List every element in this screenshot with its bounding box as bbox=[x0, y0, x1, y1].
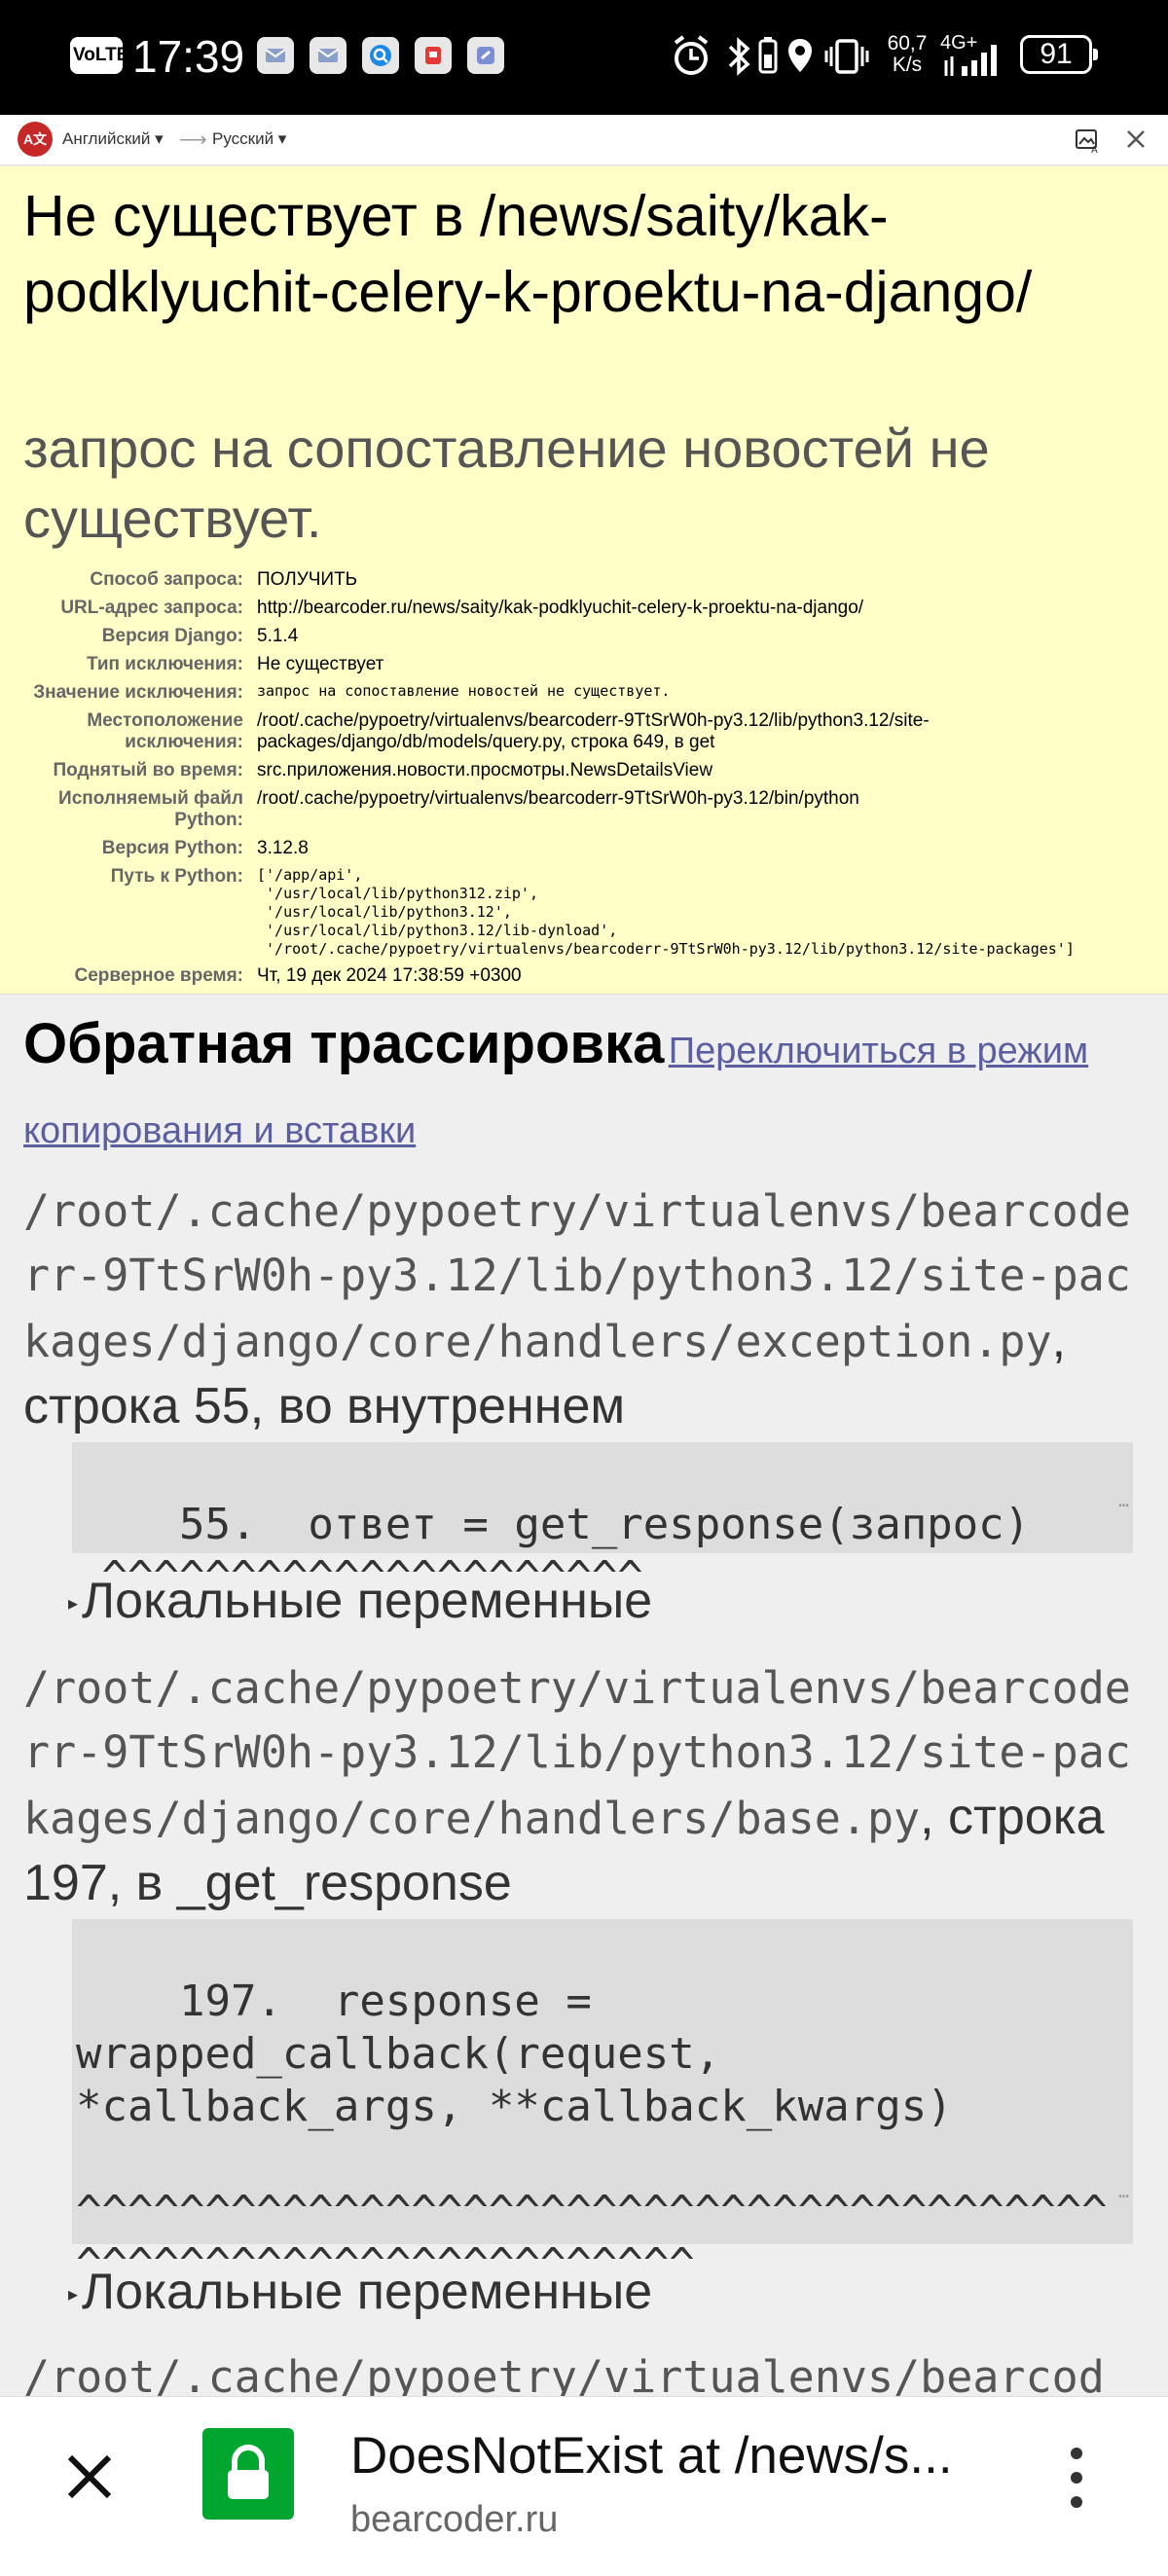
meta-key: Способ запроса: bbox=[90, 569, 243, 590]
translate-bar: A文 Английский ▾ ⟶ Русский ▾ A bbox=[0, 115, 1168, 165]
close-translate-icon[interactable] bbox=[1123, 127, 1149, 152]
meta-key: Версия Django: bbox=[101, 626, 243, 646]
local-vars-toggle[interactable]: ▸Локальные переменные bbox=[68, 2260, 652, 2327]
frame-code-context[interactable]: 55. ответ = get_response(запрос) ^^^^^^^… bbox=[72, 1442, 1133, 1602]
traceback-heading: Обратная трассировка bbox=[23, 1012, 665, 1075]
network-speed: 60,7 K/s bbox=[887, 32, 928, 76]
meta-key: Поднятый во время: bbox=[53, 760, 243, 780]
meta-key: Версия Python: bbox=[101, 838, 243, 858]
status-bar: VoLTE 17:39 60,7 K/s 4G+ 91 bbox=[0, 0, 1168, 115]
meta-row: URL-адрес запроса: http://bearcoder.ru/ne… bbox=[23, 598, 1152, 619]
meta-key: Исполняемый файл Python: bbox=[58, 788, 243, 830]
translate-image-icon[interactable]: A bbox=[1075, 127, 1102, 154]
link-notification-icon bbox=[467, 37, 504, 74]
meta-value: src.приложения.новости.просмотры.NewsDet… bbox=[257, 760, 713, 780]
frame-file-path: /root/.cache/pypoetry/virtualenvs/bearco… bbox=[23, 1185, 1131, 1434]
triangle-right-icon: ▸ bbox=[68, 2284, 79, 2306]
expand-context-icon[interactable]: … bbox=[1118, 1475, 1129, 1528]
battery-saver-icon bbox=[758, 37, 778, 74]
meta-row: Поднятый во время: src.приложения.новости… bbox=[23, 760, 1152, 781]
alarm-icon bbox=[674, 35, 709, 75]
meta-row: Путь к Python: ['/app/api', '/usr/local/l… bbox=[23, 866, 1152, 959]
meta-row: Местоположение исключения: /root/.cache/p… bbox=[23, 710, 1152, 753]
tab-title[interactable]: DoesNotExist at /news/s... bbox=[350, 2424, 1012, 2488]
meta-key: URL-адрес запроса: bbox=[60, 598, 243, 618]
meta-row: Значение исключения: запрос на сопоставле… bbox=[23, 682, 1152, 704]
meta-value: 5.1.4 bbox=[257, 626, 299, 646]
local-vars-toggle[interactable]: ▸Локальные переменные bbox=[68, 1569, 652, 1636]
meta-row: Серверное время: Чт, 19 дек 2024 17:38:59… bbox=[23, 965, 1152, 987]
app-notification-icon bbox=[415, 37, 452, 74]
meta-value: ПОЛУЧИТЬ bbox=[257, 569, 358, 590]
vibrate-icon bbox=[824, 39, 869, 74]
signal-icon bbox=[944, 45, 997, 76]
page-title: Не существует в /news/saity/kak-podklyuc… bbox=[23, 184, 1033, 324]
arrow-right-icon: ⟶ bbox=[179, 129, 207, 151]
status-time: 17:39 bbox=[132, 31, 245, 82]
frame-code-context[interactable]: 197. response = wrapped_callback(request… bbox=[72, 1919, 1133, 2289]
close-tab-icon[interactable] bbox=[60, 2448, 119, 2506]
meta-row: Тип исключения: Не существует bbox=[23, 654, 1152, 675]
meta-key: Значение исключения: bbox=[33, 682, 243, 703]
location-icon bbox=[788, 39, 812, 72]
battery-icon: 91 bbox=[1020, 35, 1098, 74]
meta-row: Исполняемый файл Python: /root/.cache/pyp… bbox=[23, 788, 1152, 831]
meta-value: Не существует bbox=[257, 654, 384, 674]
meta-value: 3.12.8 bbox=[257, 838, 309, 858]
source-language-select[interactable]: Английский ▾ bbox=[62, 129, 164, 149]
meta-row: Версия Django: 5.1.4 bbox=[23, 626, 1152, 647]
search-app-notification-icon bbox=[362, 37, 399, 74]
frame-file-path: /root/.cache/pypoetry/virtualenvs/bearco… bbox=[23, 2351, 1105, 2396]
volte-icon: VoLTE bbox=[70, 37, 128, 74]
meta-key: Серверное время: bbox=[74, 965, 244, 986]
expand-context-icon[interactable]: … bbox=[1118, 2166, 1129, 2219]
meta-value: запрос на сопоставление новостей не суще… bbox=[257, 682, 671, 700]
bluetooth-icon bbox=[728, 37, 750, 76]
error-summary: Не существует в /news/saity/kak-podklyuc… bbox=[0, 166, 1168, 995]
frame-file-path: /root/.cache/pypoetry/virtualenvs/bearco… bbox=[23, 1662, 1131, 1911]
tab-domain[interactable]: bearcoder.ru bbox=[350, 2496, 558, 2543]
meta-value: Чт, 19 дек 2024 17:38:59 +0300 bbox=[257, 965, 522, 986]
meta-row: Версия Python: 3.12.8 bbox=[23, 838, 1152, 859]
meta-value: ['/app/api', '/usr/local/lib/python312.z… bbox=[257, 866, 1075, 958]
meta-row: Способ запроса: ПОЛУЧИТЬ bbox=[23, 569, 1152, 591]
meta-key: Местоположение исключения: bbox=[87, 710, 243, 752]
traceback-header: Обратная трассировка Переключиться в реж… bbox=[23, 1008, 1143, 1175]
meta-value: /root/.cache/pypoetry/virtualenvs/bearco… bbox=[257, 788, 859, 809]
meta-value[interactable]: http://bearcoder.ru/news/saity/kak-podkl… bbox=[257, 598, 1152, 619]
browser-bottom-bar: DoesNotExist at /news/s... bearcoder.ru bbox=[0, 2396, 1168, 2576]
triangle-right-icon: ▸ bbox=[68, 1593, 79, 1615]
meta-key: Тип исключения: bbox=[86, 654, 243, 674]
meta-value: /root/.cache/pypoetry/virtualenvs/bearco… bbox=[257, 710, 930, 752]
svg-text:A: A bbox=[1091, 145, 1098, 154]
mail-notification-icon bbox=[257, 37, 294, 74]
more-menu-icon[interactable] bbox=[1067, 2444, 1086, 2512]
traceback-section: Обратная трассировка Переключиться в реж… bbox=[0, 995, 1168, 2396]
request-meta-table: Способ запроса: ПОЛУЧИТЬ URL-адрес запроса… bbox=[23, 569, 1152, 994]
translate-logo-icon[interactable]: A文 bbox=[18, 122, 53, 157]
target-language-select[interactable]: Русский ▾ bbox=[212, 129, 286, 149]
lock-icon[interactable] bbox=[202, 2428, 294, 2520]
meta-key: Путь к Python: bbox=[110, 866, 243, 887]
exception-message: запрос на сопоставление новостей не суще… bbox=[23, 417, 990, 549]
mail-notification-icon bbox=[310, 37, 347, 74]
